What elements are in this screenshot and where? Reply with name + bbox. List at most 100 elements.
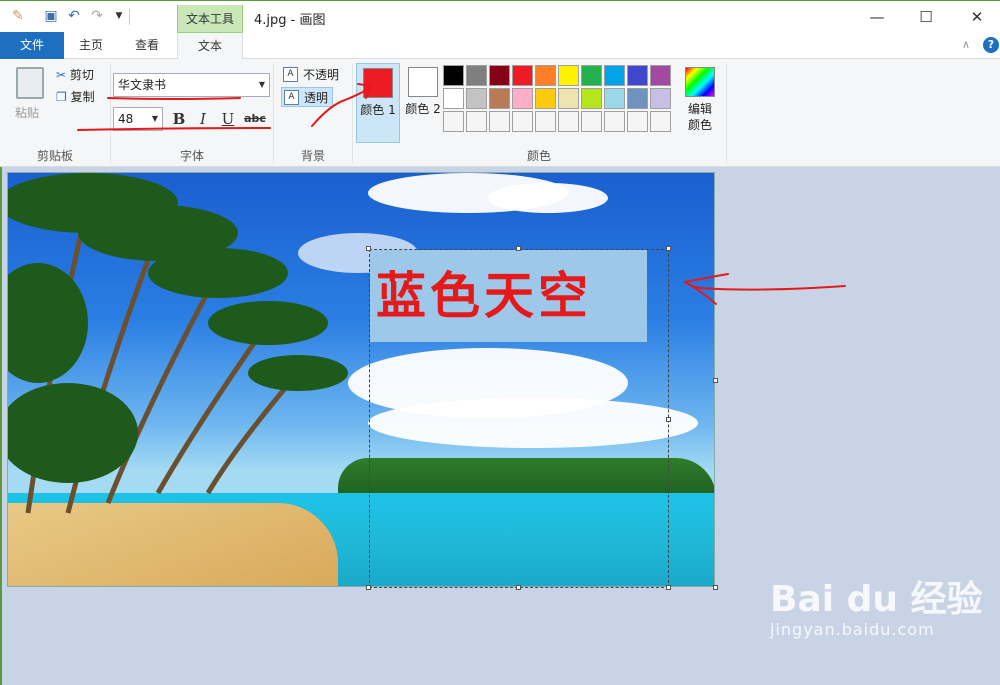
- palette-swatch[interactable]: [512, 111, 533, 132]
- color-2-label: 颜色 2: [405, 102, 441, 116]
- clipboard-group-label: 剪贴板: [36, 149, 73, 163]
- palette-swatch[interactable]: [604, 111, 625, 132]
- resize-handle[interactable]: [516, 246, 521, 251]
- palette-swatch[interactable]: [558, 65, 579, 86]
- canvas-text[interactable]: 蓝色天空: [376, 256, 646, 336]
- tab-home[interactable]: 主页: [64, 32, 118, 59]
- color-1-button[interactable]: 颜色 1: [356, 63, 400, 143]
- paint-app-icon[interactable]: ✎: [9, 7, 27, 25]
- resize-handle[interactable]: [366, 585, 371, 590]
- palette-swatch[interactable]: [627, 111, 648, 132]
- opaque-icon: A: [283, 67, 298, 82]
- underline-button[interactable]: U: [217, 108, 239, 130]
- minimize-button[interactable]: —: [854, 1, 900, 33]
- font-size-select[interactable]: 48 ▼: [113, 107, 163, 131]
- palette-swatch[interactable]: [512, 65, 533, 86]
- palette-swatch[interactable]: [627, 65, 648, 86]
- italic-button[interactable]: I: [192, 108, 214, 130]
- ribbon-tabs: 文件 主页 查看 文本 ∧ ?: [0, 32, 1000, 60]
- palette-swatch[interactable]: [627, 88, 648, 109]
- font-size-value: 48: [118, 112, 134, 126]
- copy-icon: ❐: [56, 90, 67, 104]
- quick-access-dropdown-icon[interactable]: ▼: [110, 7, 128, 25]
- color-palette: [443, 65, 677, 132]
- redo-icon[interactable]: ↷: [88, 7, 106, 25]
- palette-swatch[interactable]: [581, 65, 602, 86]
- palette-swatch[interactable]: [466, 88, 487, 109]
- color-1-swatch: [363, 68, 393, 98]
- text-tools-context-tab: 文本工具: [177, 5, 243, 33]
- font-group-label: 字体: [179, 149, 204, 163]
- watermark-url: jingyan.baidu.com: [770, 620, 935, 639]
- palette-swatch[interactable]: [466, 111, 487, 132]
- color-1-label: 颜色 1: [360, 103, 396, 117]
- bold-button[interactable]: B: [168, 108, 190, 130]
- palette-swatch[interactable]: [489, 88, 510, 109]
- resize-handle[interactable]: [666, 246, 671, 251]
- font-family-value: 华文隶书: [118, 78, 167, 92]
- palette-swatch[interactable]: [650, 65, 671, 86]
- palette-swatch[interactable]: [604, 65, 625, 86]
- edit-colors-label: 编辑颜色: [687, 102, 712, 132]
- tab-text[interactable]: 文本: [177, 32, 243, 60]
- palette-swatch[interactable]: [535, 88, 556, 109]
- chevron-down-icon: ▼: [258, 80, 265, 89]
- paste-icon[interactable]: [16, 67, 44, 99]
- palette-swatch[interactable]: [489, 65, 510, 86]
- palette-swatch[interactable]: [443, 88, 464, 109]
- group-separator: [110, 63, 111, 163]
- ribbon: 粘贴 ✂ 剪切 ❐ 复制 剪贴板 华文隶书 ▼ 48 ▼ B I U abc 字…: [0, 59, 1000, 167]
- paste-button-label[interactable]: 粘贴: [15, 104, 39, 121]
- colors-group-label: 颜色: [526, 149, 551, 163]
- edit-colors-button[interactable]: 编辑颜色: [683, 63, 717, 133]
- maximize-button[interactable]: ☐: [903, 1, 949, 33]
- tab-file[interactable]: 文件: [0, 32, 64, 59]
- palette-swatch[interactable]: [604, 88, 625, 109]
- palette-swatch[interactable]: [581, 88, 602, 109]
- opaque-button[interactable]: A 不透明: [281, 65, 347, 85]
- palette-swatch[interactable]: [558, 111, 579, 132]
- color-2-button[interactable]: 颜色 2: [401, 63, 445, 143]
- canvas-resize-handle[interactable]: [713, 585, 718, 590]
- font-family-select[interactable]: 华文隶书 ▼: [113, 73, 270, 97]
- group-separator: [726, 63, 727, 163]
- palette-swatch[interactable]: [489, 111, 510, 132]
- resize-handle[interactable]: [366, 246, 371, 251]
- resize-handle[interactable]: [516, 585, 521, 590]
- palette-swatch[interactable]: [535, 65, 556, 86]
- title-separator: [129, 9, 130, 25]
- palette-swatch[interactable]: [558, 88, 579, 109]
- scissors-icon: ✂: [56, 68, 67, 82]
- chevron-down-icon: ▼: [151, 114, 158, 123]
- cut-label: 剪切: [69, 68, 94, 82]
- strikethrough-button[interactable]: abc: [242, 108, 268, 130]
- save-icon[interactable]: ▣: [42, 7, 60, 25]
- copy-label: 复制: [70, 90, 95, 104]
- collapse-ribbon-icon[interactable]: ∧: [962, 38, 970, 51]
- opaque-label: 不透明: [303, 68, 340, 82]
- baidu-watermark: Bai du 经验 jingyan.baidu.com: [770, 580, 983, 640]
- resize-handle[interactable]: [666, 585, 671, 590]
- palette-swatch[interactable]: [512, 88, 533, 109]
- color-2-swatch: [408, 67, 438, 97]
- copy-button[interactable]: ❐ 复制: [56, 87, 95, 107]
- watermark-brand: Bai du 经验: [770, 579, 983, 620]
- palette-swatch[interactable]: [443, 111, 464, 132]
- palette-swatch[interactable]: [443, 65, 464, 86]
- canvas-resize-handle[interactable]: [713, 378, 718, 383]
- palette-swatch[interactable]: [466, 65, 487, 86]
- transparent-button[interactable]: A 透明: [281, 87, 333, 107]
- title-bar: ✎ ▣ ↶ ↷ ▼ 文本工具 4.jpg - 画图 — ☐ ✕: [0, 0, 1000, 33]
- palette-swatch[interactable]: [581, 111, 602, 132]
- window-title: 4.jpg - 画图: [254, 13, 326, 28]
- tab-view[interactable]: 查看: [118, 32, 176, 59]
- undo-icon[interactable]: ↶: [65, 7, 83, 25]
- palette-swatch[interactable]: [650, 111, 671, 132]
- palette-swatch[interactable]: [535, 111, 556, 132]
- palette-swatch[interactable]: [650, 88, 671, 109]
- resize-handle[interactable]: [666, 417, 671, 422]
- close-button[interactable]: ✕: [954, 1, 1000, 33]
- help-icon[interactable]: ?: [983, 37, 999, 53]
- transparent-label: 透明: [304, 91, 329, 105]
- cut-button[interactable]: ✂ 剪切: [56, 65, 94, 85]
